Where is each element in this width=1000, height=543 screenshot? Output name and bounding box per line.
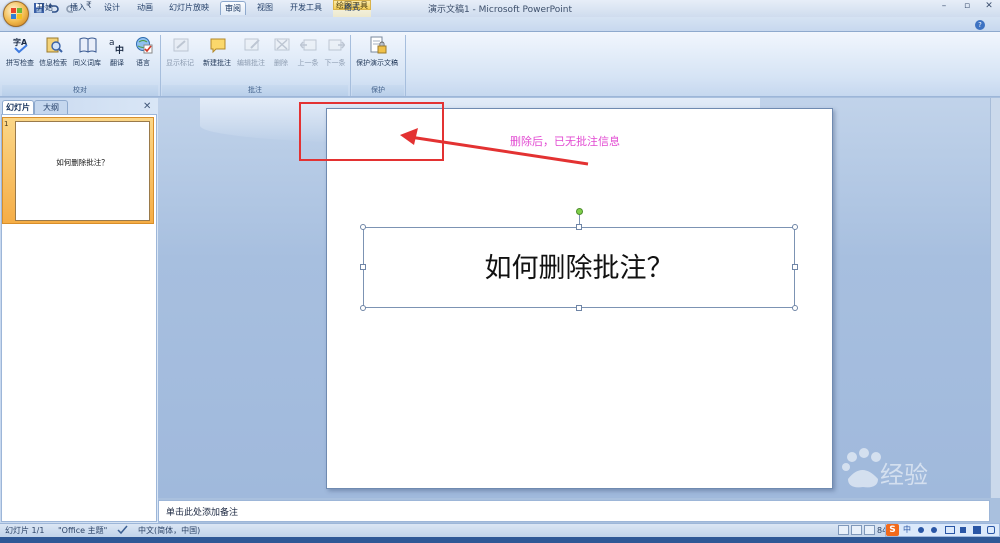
ime-moon-icon[interactable] — [918, 527, 924, 533]
resize-handle-bottom[interactable] — [576, 305, 582, 311]
status-language[interactable]: 中文(简体，中国) — [138, 525, 200, 536]
ime-mode-chinese[interactable]: 中 — [903, 524, 911, 536]
baidu-jingyan-watermark-logo: Bai 经验 jingyan.baidu.com — [760, 448, 928, 521]
edit-comment-button[interactable]: 编辑批注 — [236, 34, 266, 82]
vertical-scrollbar[interactable] — [990, 98, 1000, 498]
group-label-comments: 批注 — [162, 85, 348, 96]
resize-handle-top[interactable] — [576, 224, 582, 230]
help-icon[interactable]: ? — [975, 20, 985, 30]
office-logo-icon — [11, 8, 22, 19]
language-icon — [136, 37, 153, 54]
protect-presentation-label: 保护演示文稿 — [356, 59, 398, 67]
close-pane-icon[interactable]: ✕ — [143, 101, 153, 112]
protect-document-icon — [370, 36, 387, 54]
spelling-button[interactable]: 字A 拼写检查 — [5, 34, 35, 82]
ime-keyboard-icon[interactable] — [945, 526, 955, 534]
spellcheck-status-icon[interactable] — [117, 525, 128, 535]
research-button[interactable]: 信息检索 — [38, 34, 68, 82]
delete-comment-button[interactable]: 删除 — [266, 34, 296, 82]
tab-review[interactable]: 审阅 — [220, 1, 246, 15]
new-comment-button[interactable]: 新建批注 — [202, 34, 232, 82]
research-icon — [46, 37, 63, 53]
svg-text:经验: 经验 — [880, 461, 928, 489]
svg-text:jingyan.baidu.com: jingyan.baidu.com — [769, 506, 890, 521]
normal-view-icon[interactable] — [838, 525, 849, 535]
slide-sorter-view-icon[interactable] — [851, 525, 862, 535]
status-theme[interactable]: "Office 主题" — [58, 525, 107, 536]
show-markup-icon — [173, 38, 189, 52]
spelling-icon: 字A — [13, 37, 28, 54]
tab-insert[interactable]: 插入 — [66, 1, 90, 15]
resize-handle-bottom-right[interactable] — [792, 305, 798, 311]
ime-skin-icon[interactable] — [973, 526, 981, 534]
show-markup-button[interactable]: 显示标记 — [165, 34, 195, 82]
tab-developer[interactable]: 开发工具 — [286, 1, 326, 15]
group-label-proofing: 校对 — [2, 85, 158, 96]
slide-title-text[interactable]: 如何删除批注？ — [363, 246, 795, 285]
delete-comment-icon — [274, 38, 290, 51]
rotation-handle[interactable] — [576, 208, 583, 215]
ime-settings-icon[interactable] — [987, 526, 995, 534]
tab-design[interactable]: 设计 — [100, 1, 124, 15]
ribbon-tabs — [0, 17, 1000, 32]
os-taskbar — [0, 537, 1000, 543]
close-button[interactable]: ✕ — [978, 1, 1000, 13]
tab-home[interactable]: 开始 — [33, 1, 57, 15]
next-comment-button[interactable]: 下一条 — [320, 34, 350, 82]
ime-punctuation-icon[interactable] — [931, 527, 937, 533]
edit-comment-icon — [244, 38, 260, 51]
annotation-text: 删除后，已无批注信息 — [510, 135, 620, 148]
svg-text:a: a — [109, 38, 115, 48]
slide-thumbnail-text: 如何删除批注？ — [56, 158, 109, 167]
resize-handle-top-left[interactable] — [360, 224, 366, 230]
previous-comment-icon — [300, 39, 317, 51]
show-markup-label: 显示标记 — [166, 59, 194, 67]
translate-icon: a中 — [109, 38, 124, 54]
tab-format[interactable]: 格式 — [337, 1, 367, 15]
new-comment-icon — [210, 38, 226, 54]
thesaurus-icon — [79, 37, 97, 53]
minimize-button[interactable]: – — [933, 1, 955, 13]
maximize-button[interactable]: ▫ — [956, 1, 978, 13]
sogou-ime-logo[interactable]: S — [886, 524, 899, 536]
tab-view[interactable]: 视图 — [253, 1, 277, 15]
ime-toolbox-icon[interactable] — [960, 527, 966, 533]
group-separator — [350, 35, 351, 96]
group-separator — [405, 35, 406, 96]
svg-text:Bai: Bai — [760, 454, 821, 494]
tab-animations[interactable]: 动画 — [133, 1, 157, 15]
slide-thumbnail[interactable] — [15, 121, 150, 221]
protect-presentation-button[interactable]: 保护演示文稿 — [356, 34, 398, 82]
tab-slideshow[interactable]: 幻灯片放映 — [166, 1, 212, 15]
resize-handle-top-right[interactable] — [792, 224, 798, 230]
language-label: 语言 — [136, 59, 150, 67]
tab-slides[interactable]: 幻灯片 — [2, 100, 34, 114]
office-button[interactable] — [3, 1, 29, 27]
notes-placeholder: 单击此处添加备注 — [166, 508, 239, 518]
tab-outline[interactable]: 大纲 — [34, 100, 68, 114]
slideshow-view-icon[interactable] — [864, 525, 875, 535]
next-comment-icon — [328, 39, 345, 51]
resize-handle-bottom-left[interactable] — [360, 305, 366, 311]
thesaurus-button[interactable]: 同义词库 — [72, 34, 102, 82]
status-slide-count: 幻灯片 1/1 — [5, 526, 45, 535]
previous-comment-button[interactable]: 上一条 — [293, 34, 323, 82]
language-button[interactable]: 语言 — [128, 34, 158, 82]
group-label-protect: 保护 — [352, 85, 404, 96]
svg-text:中: 中 — [115, 44, 124, 54]
slide-thumbnail-number: 1 — [4, 120, 9, 128]
